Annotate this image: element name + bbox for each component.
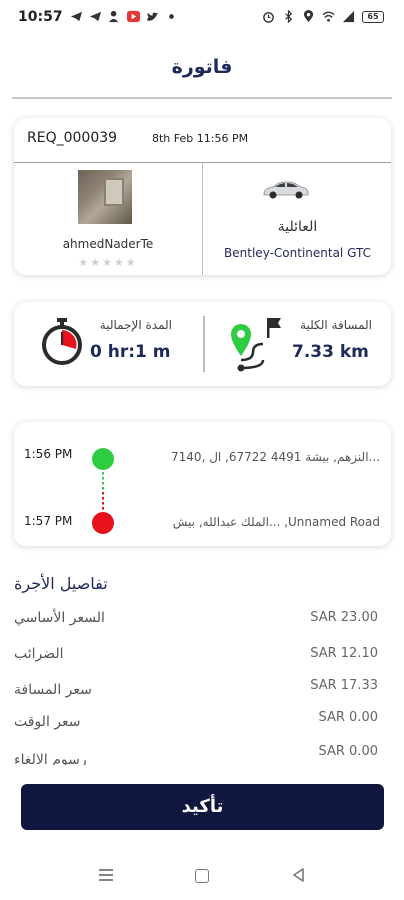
driver-name: ahmedNaderTe xyxy=(62,237,154,251)
navigation-bar xyxy=(0,848,404,900)
confirm-button[interactable]: تأكيد xyxy=(21,784,384,830)
driver-avatar xyxy=(78,170,132,224)
header-divider xyxy=(12,97,392,99)
stats-divider xyxy=(203,316,205,372)
driver-rating: ★★★★★ xyxy=(78,256,138,269)
fare-label: السعر الأساسي xyxy=(14,610,105,626)
duration-label: المدة الإجمالية xyxy=(99,318,172,332)
telegram-icon xyxy=(70,11,83,22)
fare-amount: SAR 0.00 xyxy=(318,744,379,759)
telegram-icon xyxy=(89,11,102,22)
fare-row-distance: سعر المسافة SAR 17.33 xyxy=(14,678,378,708)
battery-icon: 65 xyxy=(362,10,384,23)
request-date: 8th Feb 11:56 PM xyxy=(152,132,249,145)
back-icon[interactable] xyxy=(291,867,307,883)
request-card: REQ_000039 8th Feb 11:56 PM ahmedNaderTe… xyxy=(14,118,391,275)
fare-label: سعر المسافة xyxy=(14,682,92,698)
person-add-icon xyxy=(108,10,119,23)
fare-amount: SAR 0.00 xyxy=(318,710,379,725)
trip-stats-card: المدة الإجمالية 0 hr:1 m المسافة الكلية … xyxy=(14,302,391,386)
request-id: REQ_000039 xyxy=(27,130,118,146)
notification-icons xyxy=(70,10,178,23)
fare-row-taxes: الضرائب SAR 12.10 xyxy=(14,646,378,676)
pickup-address: 7140, النزهم, بيشة 4491 67722, ال... xyxy=(171,450,380,464)
pickup-time: 1:56 PM xyxy=(24,447,73,461)
header: فاتورة xyxy=(0,36,404,99)
fare-details-title: تفاصيل الأجرة xyxy=(14,574,108,593)
distance-value: 7.33 km xyxy=(292,342,369,362)
fare-amount: SAR 17.33 xyxy=(310,678,378,693)
car-model: Bentley-Continental GTC xyxy=(224,246,371,260)
signal-icon xyxy=(342,10,355,23)
route-connector xyxy=(102,472,104,512)
route-card: 1:56 PM 7140, النزهم, بيشة 4491 67722, ا… xyxy=(14,422,391,546)
home-icon[interactable] xyxy=(195,869,209,883)
dot-icon xyxy=(169,14,174,19)
bluetooth-icon xyxy=(285,10,293,23)
duration-value: 0 hr:1 m xyxy=(90,342,171,362)
fare-amount: SAR 23.00 xyxy=(310,610,378,625)
alarm-icon xyxy=(263,12,274,23)
car-icon xyxy=(263,181,309,199)
fare-amount: SAR 12.10 xyxy=(310,646,378,661)
pickup-marker-icon xyxy=(92,448,114,470)
wifi-icon xyxy=(322,11,335,22)
dropoff-marker-icon xyxy=(92,512,114,534)
fare-row-base: السعر الأساسي SAR 23.00 xyxy=(14,610,378,640)
fare-row-time: سعر الوقت SAR 0.00 xyxy=(14,710,378,740)
youtube-icon xyxy=(127,10,140,23)
fare-label: الضرائب xyxy=(14,646,64,662)
fare-label: سعر الوقت xyxy=(14,714,81,730)
status-time: 10:57 xyxy=(18,9,63,25)
status-bar: 10:57 65 xyxy=(0,0,404,36)
fare-details[interactable]: تفاصيل الأجرة السعر الأساسي SAR 23.00 ال… xyxy=(0,560,404,765)
request-column-divider xyxy=(202,162,203,275)
route-flag-icon xyxy=(231,318,281,372)
dropoff-time: 1:57 PM xyxy=(24,514,73,528)
fare-row-cancellation: رسوم الالغاء SAR 0.00 xyxy=(14,744,378,765)
location-icon xyxy=(303,10,314,23)
stopwatch-icon xyxy=(42,318,82,365)
recent-apps-icon[interactable] xyxy=(97,867,115,883)
car-category: العائلية xyxy=(277,219,318,235)
dropoff-address: الملك عبدالله, بيش... ,Unnamed Road xyxy=(172,515,380,529)
twitter-icon xyxy=(146,12,159,21)
distance-label: المسافة الكلية xyxy=(300,318,372,332)
system-icons: 65 xyxy=(262,10,384,23)
fare-label: رسوم الالغاء xyxy=(14,752,87,765)
page-title: فاتورة xyxy=(171,56,233,78)
